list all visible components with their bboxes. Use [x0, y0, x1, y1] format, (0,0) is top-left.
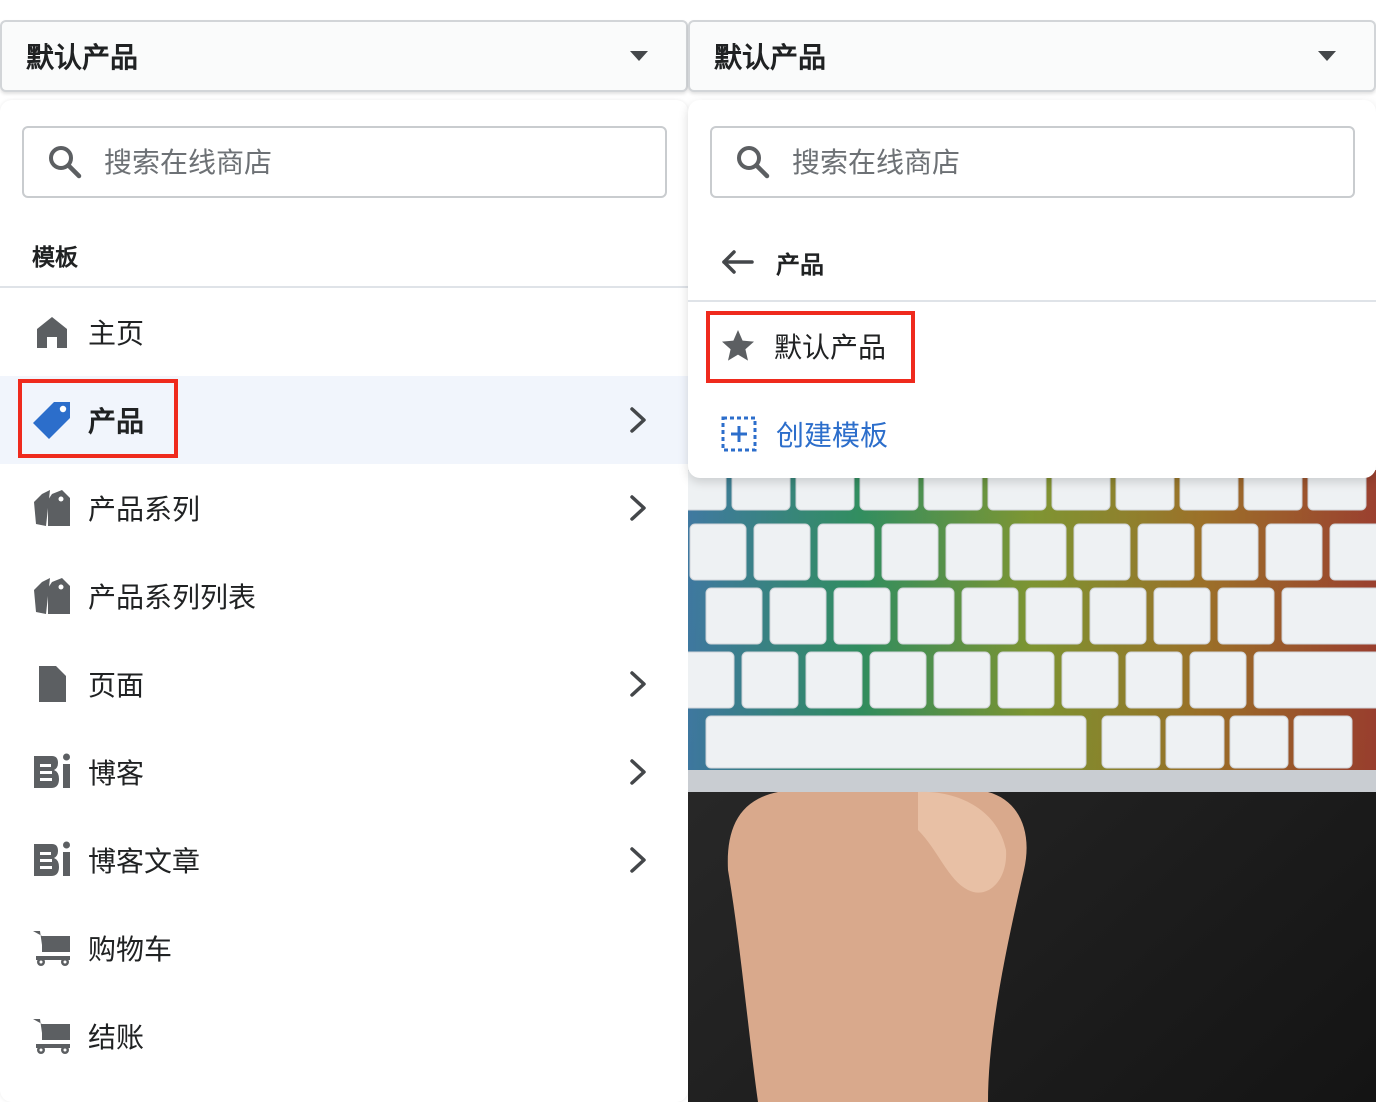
template-item-default-product[interactable]: 默认产品 [688, 306, 1376, 386]
template-item-label: 默认产品 [774, 331, 887, 364]
menu-item-collections[interactable]: 产品系列 [0, 464, 688, 552]
add-template-icon [721, 416, 757, 452]
search-box[interactable] [22, 126, 667, 198]
template-popover: 模板 主页 产品 产品系列 [0, 100, 688, 1102]
page-icon [32, 664, 72, 704]
menu-item-label: 产品系列 [88, 493, 201, 526]
menu-item-label: 购物车 [88, 933, 173, 966]
back-button[interactable]: 产品 [688, 230, 1376, 294]
menu-item-products[interactable]: 产品 [0, 376, 688, 464]
cart-icon [32, 928, 72, 968]
template-select[interactable]: 默认产品 [688, 20, 1376, 92]
menu-item-label: 结账 [88, 1021, 145, 1054]
tags-icon [32, 488, 72, 528]
template-select-value: 默认产品 [26, 41, 139, 74]
template-popover: 产品 默认产品 创建模板 [688, 100, 1376, 478]
search-icon [737, 146, 770, 179]
search-input[interactable] [104, 145, 624, 179]
menu-item-home[interactable]: 主页 [0, 288, 688, 376]
blog-icon [32, 840, 72, 880]
menu-item-label: 博客文章 [88, 845, 201, 878]
menu-item-label: 博客 [88, 757, 145, 790]
menu-item-pages[interactable]: 页面 [0, 640, 688, 728]
tag-icon [32, 400, 72, 440]
theme-editor-panel-right: 默认产品 搜索在线商店 产品 默认产品 创建模板 [688, 0, 1376, 1102]
menu-item-cart[interactable]: 购物车 [0, 904, 688, 992]
search-box[interactable] [710, 126, 1355, 198]
section-title: 模板 [32, 245, 78, 271]
theme-editor-panel-left: 默认产品 模板 主页 产品 [0, 0, 688, 1102]
menu-item-label: 产品 [88, 405, 145, 438]
home-icon [32, 312, 72, 352]
star-icon [722, 330, 754, 361]
caret-down-icon [1318, 51, 1336, 61]
search-icon [49, 146, 82, 179]
divider [688, 300, 1376, 302]
cart-icon [32, 1016, 72, 1056]
chevron-right-icon [630, 759, 646, 785]
chevron-right-icon [630, 671, 646, 697]
menu-item-checkout[interactable]: 结账 [0, 992, 688, 1080]
back-label: 产品 [776, 250, 824, 279]
chevron-right-icon [630, 407, 646, 433]
blog-icon [32, 752, 72, 792]
template-select[interactable]: 默认产品 [0, 20, 688, 92]
create-template-button[interactable]: 创建模板 [688, 394, 1376, 474]
chevron-right-icon [630, 847, 646, 873]
menu-item-label: 页面 [88, 669, 145, 702]
caret-down-icon [630, 51, 648, 61]
menu-item-label: 产品系列列表 [88, 581, 257, 614]
template-select-value: 默认产品 [714, 41, 827, 74]
search-input[interactable] [792, 145, 1312, 179]
menu-item-blog[interactable]: 博客 [0, 728, 688, 816]
create-template-label: 创建模板 [776, 419, 889, 452]
menu-item-blog-post[interactable]: 博客文章 [0, 816, 688, 904]
menu-item-label: 主页 [88, 317, 145, 350]
chevron-right-icon [630, 495, 646, 521]
product-keyboard-photo [688, 470, 1376, 1102]
menu-item-collections-list[interactable]: 产品系列列表 [0, 552, 688, 640]
tags-icon [32, 576, 72, 616]
arrow-left-icon [722, 250, 754, 274]
